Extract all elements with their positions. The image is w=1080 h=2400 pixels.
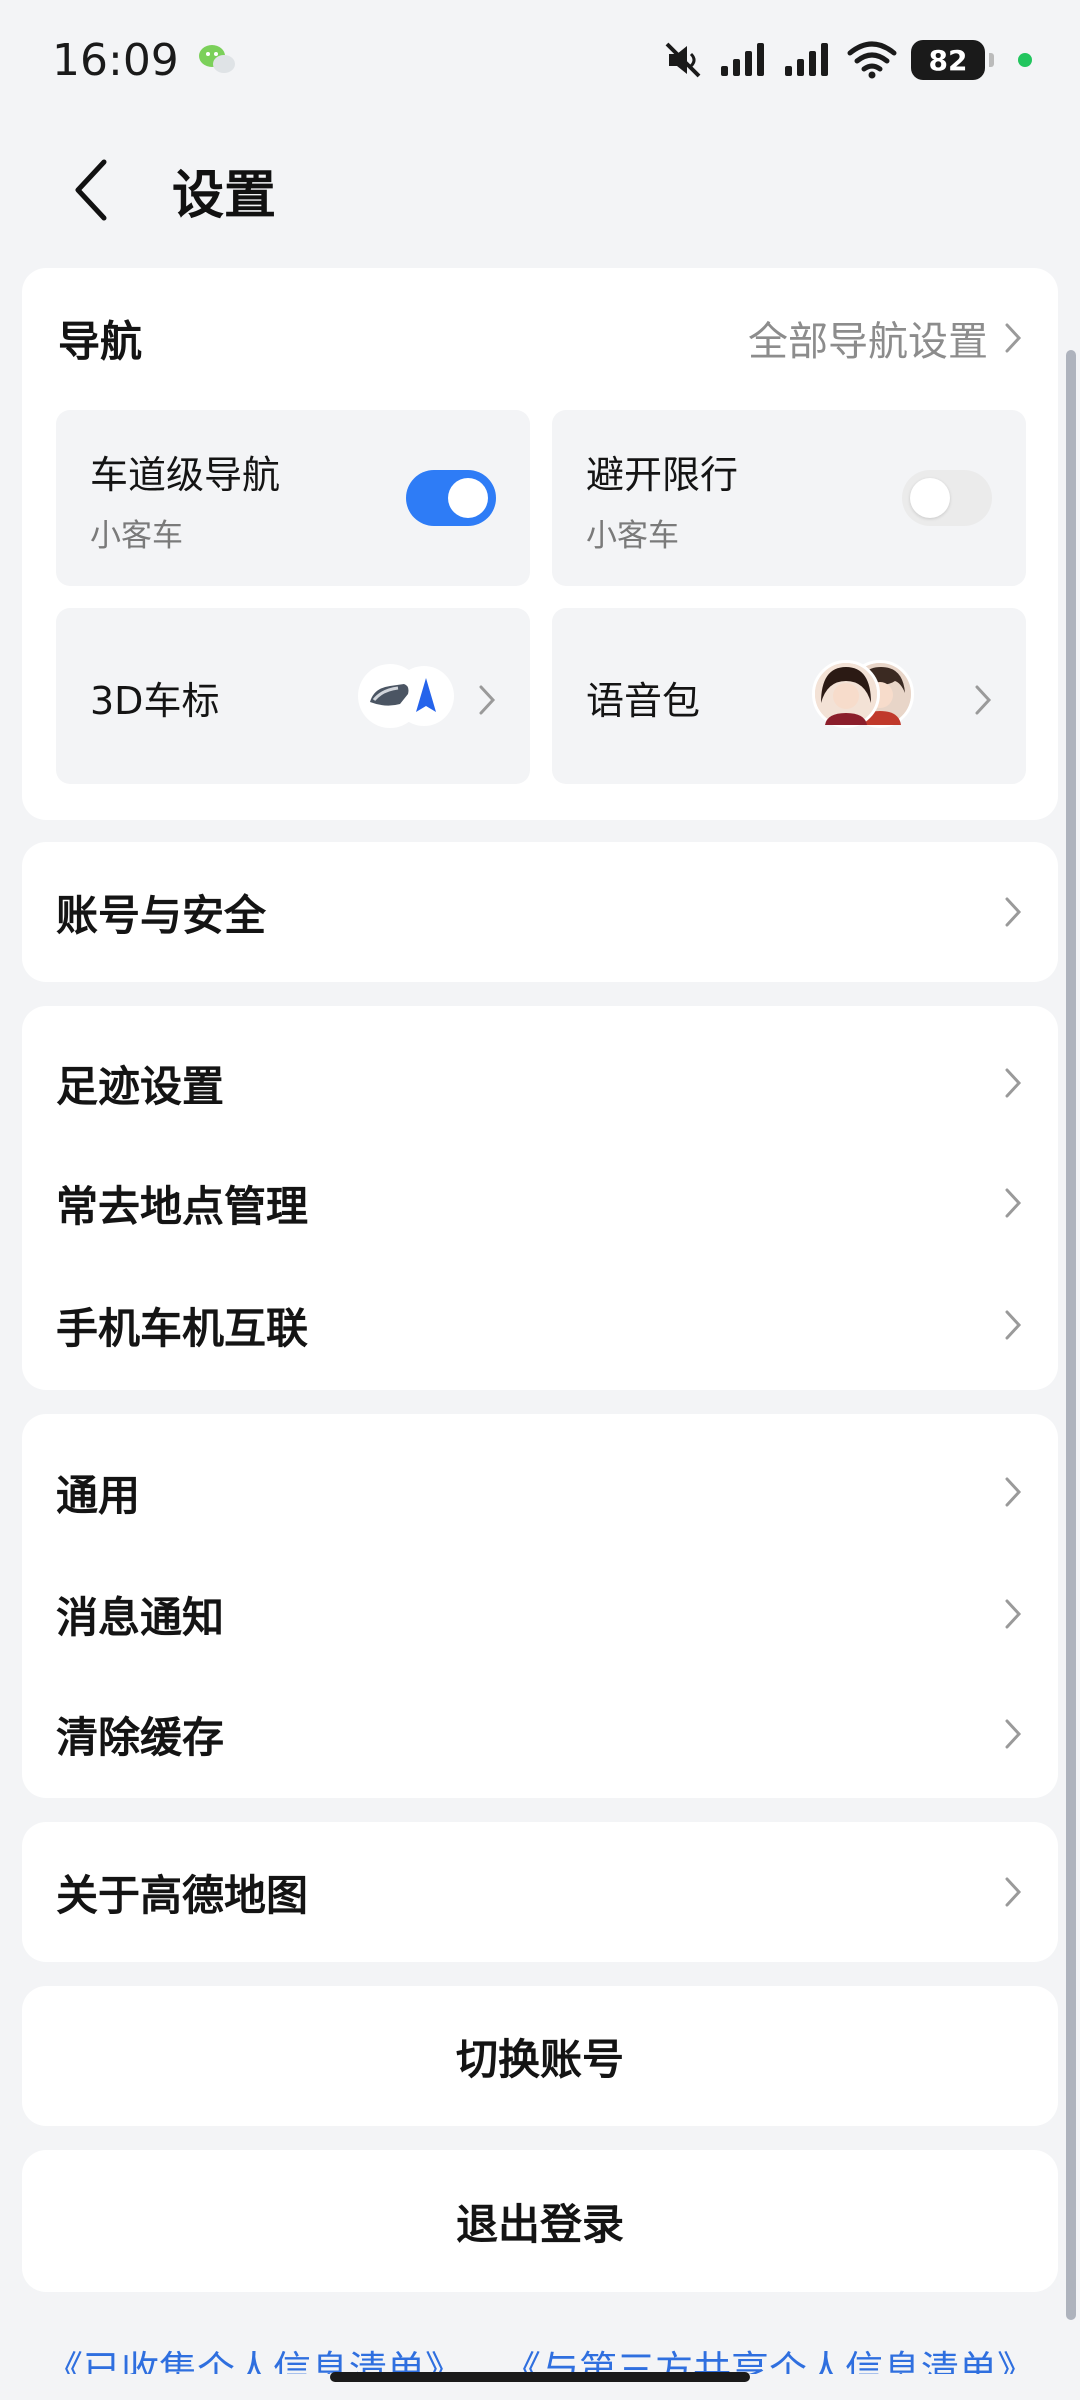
chevron-right-icon: [1005, 323, 1022, 353]
navigation-title: 导航: [58, 316, 143, 366]
row-label: 清除缓存: [56, 1712, 225, 1762]
logout-button[interactable]: 退出登录: [22, 2150, 1058, 2292]
chevron-right-icon: [1005, 1599, 1022, 1629]
account-card: 账号与安全: [22, 842, 1058, 982]
settings-row-clear-cache[interactable]: 清除缓存: [22, 1674, 1058, 1794]
row-label: 手机车机互联: [56, 1303, 309, 1353]
tile-lane-navigation[interactable]: 车道级导航 小客车: [56, 410, 530, 586]
row-label: 通用: [56, 1470, 141, 1520]
all-navigation-settings-label: 全部导航设置: [748, 319, 988, 365]
avoid-restrictions-toggle[interactable]: [902, 470, 992, 526]
lane-navigation-toggle[interactable]: [406, 470, 496, 526]
car-model-icon: [358, 664, 454, 728]
tile-title: 车道级导航: [90, 453, 281, 497]
all-navigation-settings-link[interactable]: 全部导航设置: [748, 309, 1022, 367]
battery-tip: [989, 53, 994, 67]
tile-subtitle: 小客车: [586, 518, 679, 554]
tile-title: 避开限行: [586, 453, 739, 497]
scrollbar[interactable]: [1066, 350, 1076, 2320]
chevron-right-icon: [1005, 1068, 1022, 1098]
back-button[interactable]: [60, 150, 120, 230]
navigation-header: 导航 全部导航设置: [22, 268, 1058, 408]
settings-row-notifications[interactable]: 消息通知: [22, 1554, 1058, 1674]
row-label: 足迹设置: [56, 1061, 225, 1111]
voice-avatar: [812, 660, 880, 728]
switch-account-button[interactable]: 切换账号: [22, 1986, 1058, 2126]
settings-row-footprint[interactable]: 足迹设置: [22, 1023, 1058, 1143]
collected-info-list-link[interactable]: 《已收集个人信息清单》: [45, 2330, 463, 2374]
chevron-right-icon: [1005, 1188, 1022, 1218]
privacy-indicator-dot: [1018, 53, 1032, 67]
signal-icon: [721, 43, 764, 76]
chevron-right-icon: [479, 685, 496, 715]
tile-title: 语音包: [586, 679, 701, 723]
wechat-icon: [198, 45, 235, 73]
status-icons: 82: [663, 40, 1032, 80]
settings-row-general[interactable]: 通用: [22, 1432, 1058, 1552]
battery-icon: 82: [911, 40, 985, 80]
back-arrow-icon: [75, 159, 107, 221]
chevron-right-icon: [975, 685, 992, 715]
toggle-knob: [448, 478, 488, 518]
signal-icon: [785, 43, 828, 76]
status-time: 16:09: [52, 35, 237, 86]
settings-row-phone-car-link[interactable]: 手机车机互联: [22, 1265, 1058, 1385]
tile-3d-car-icon[interactable]: 3D车标: [56, 608, 530, 784]
page-title: 设置: [172, 165, 277, 226]
wifi-icon: [847, 41, 897, 79]
third-party-sharing-list-link[interactable]: 《与第三方共享个人信息清单》: [503, 2330, 1035, 2374]
tile-title: 3D车标: [90, 679, 220, 723]
row-label: 常去地点管理: [56, 1181, 309, 1231]
switch-account-label: 切换账号: [455, 2034, 624, 2084]
general-card: 通用 消息通知 清除缓存: [22, 1414, 1058, 1798]
location-card: 足迹设置 常去地点管理 手机车机互联: [22, 1006, 1058, 1390]
chevron-right-icon: [1005, 1877, 1022, 1907]
toggle-knob: [910, 478, 950, 518]
chevron-right-icon: [1005, 1719, 1022, 1749]
voice-avatar-image: [815, 663, 877, 725]
logout-label: 退出登录: [455, 2199, 624, 2249]
settings-row-frequent-places[interactable]: 常去地点管理: [22, 1143, 1058, 1263]
tile-voice-pack[interactable]: 语音包: [552, 608, 1026, 784]
status-bar: 16:09 82: [0, 0, 1080, 120]
tile-avoid-restrictions[interactable]: 避开限行 小客车: [552, 410, 1026, 586]
navigation-card: 导航 全部导航设置 车道级导航 小客车 避开限行 小客车 3D车标 语音包: [22, 268, 1058, 820]
settings-row-about[interactable]: 关于高德地图: [22, 1832, 1058, 1952]
row-label: 消息通知: [56, 1592, 225, 1642]
chevron-right-icon: [1005, 897, 1022, 927]
mute-icon: [665, 42, 701, 78]
home-indicator[interactable]: [330, 2372, 750, 2382]
tile-subtitle: 小客车: [90, 518, 183, 554]
chevron-right-icon: [1005, 1310, 1022, 1340]
about-card: 关于高德地图: [22, 1822, 1058, 1962]
time-text: 16:09: [52, 34, 179, 86]
row-label: 关于高德地图: [56, 1870, 309, 1920]
settings-row-account-security[interactable]: 账号与安全: [22, 852, 1058, 972]
footer-links: 《已收集个人信息清单》 《与第三方共享个人信息清单》: [0, 2330, 1080, 2374]
chevron-right-icon: [1005, 1477, 1022, 1507]
header: 设置: [0, 120, 1080, 260]
row-label: 账号与安全: [56, 890, 267, 940]
